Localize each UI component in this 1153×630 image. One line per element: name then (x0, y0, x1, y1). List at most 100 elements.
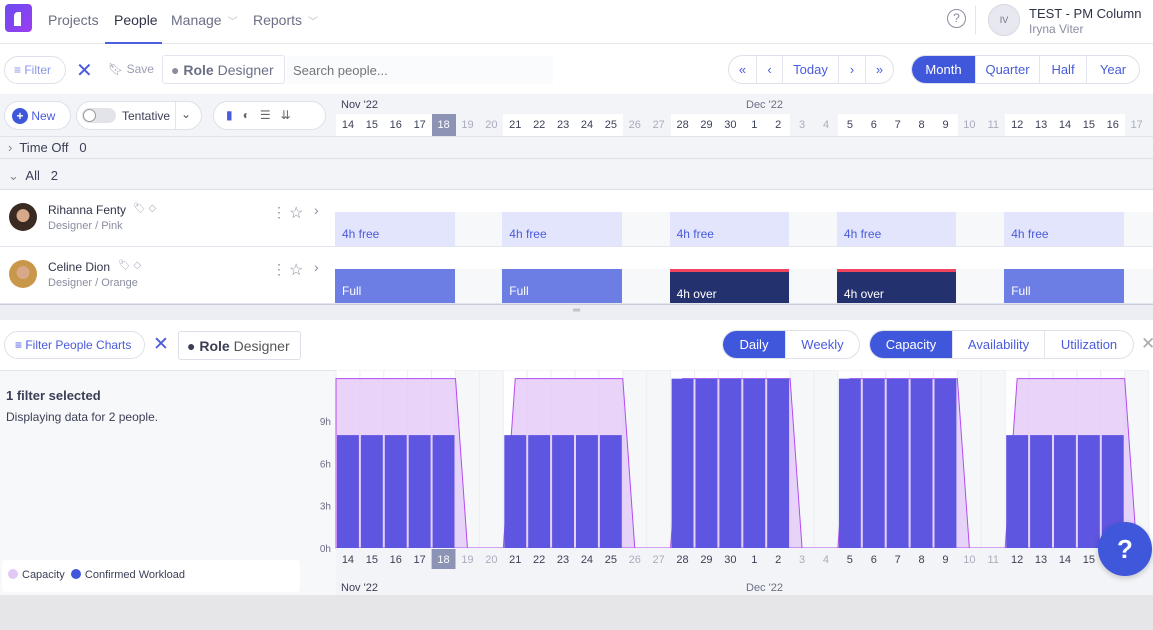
day-header[interactable]: 22 (527, 114, 552, 136)
day-header[interactable]: 14 (336, 114, 360, 136)
day-header[interactable]: 18 (431, 114, 456, 136)
close-charts-icon[interactable]: ✕ (1141, 334, 1153, 354)
day-header[interactable]: 25 (598, 114, 623, 136)
day-header[interactable]: 23 (551, 114, 576, 136)
group-time-off[interactable]: › Time Off 0 (0, 137, 1153, 159)
day-header[interactable]: 16 (383, 114, 408, 136)
allocation-bar[interactable]: 4h free (502, 212, 622, 246)
person-avatar[interactable] (9, 203, 37, 231)
day-header[interactable]: 3 (790, 114, 814, 136)
allocation-bar[interactable]: Full (1004, 269, 1124, 303)
day-header[interactable]: 30 (718, 114, 743, 136)
role-filter-chip[interactable]: ● Role Designer (162, 55, 285, 84)
day-header[interactable]: 20 (479, 114, 503, 136)
sort-icon[interactable]: ⇊ (281, 108, 301, 122)
nav-people[interactable]: People (114, 12, 158, 28)
chevron-down-icon[interactable]: ⌄ (181, 107, 191, 121)
bar-chart-icon[interactable]: ▮ (226, 108, 243, 122)
day-header[interactable]: 17 (1125, 114, 1149, 136)
jump-back-button[interactable]: « (729, 56, 757, 83)
day-header[interactable]: 10 (957, 114, 981, 136)
view-quarter[interactable]: Quarter (976, 56, 1040, 83)
avatar[interactable]: IV (988, 4, 1020, 36)
next-button[interactable]: › (839, 56, 866, 83)
day-header[interactable]: 14 (1053, 114, 1077, 136)
day-header[interactable]: 7 (885, 114, 910, 136)
person-avatar[interactable] (9, 260, 37, 288)
panel-resize-handle[interactable]: ═ (0, 304, 1153, 320)
nav-projects[interactable]: Projects (48, 12, 99, 28)
chart-role-chip[interactable]: ● Role Designer (178, 331, 301, 360)
mode-utilization[interactable]: Utilization (1045, 331, 1133, 358)
day-header[interactable]: 12 (1005, 114, 1030, 136)
allocation-bar[interactable]: 4h free (1004, 212, 1124, 246)
filter-button[interactable]: ≡ Filter (4, 56, 66, 84)
person-name[interactable]: Rihanna Fenty (48, 203, 126, 217)
day-header[interactable]: 15 (359, 114, 384, 136)
today-button[interactable]: Today (783, 56, 839, 83)
day-header[interactable]: 8 (909, 114, 934, 136)
help-chat-icon[interactable]: ? (1098, 522, 1152, 576)
legend-workload[interactable]: Confirmed Workload (70, 569, 185, 581)
chevron-right-icon[interactable]: › (314, 202, 319, 218)
allocation-bar[interactable]: 4h free (335, 212, 455, 246)
list-icon[interactable]: ☰ (260, 108, 281, 122)
help-icon[interactable]: ? (947, 9, 966, 28)
day-header[interactable]: 6 (861, 114, 886, 136)
day-header[interactable]: 1 (742, 114, 767, 136)
workspace-name[interactable]: TEST - PM Column (1029, 6, 1141, 21)
day-header[interactable]: 26 (623, 114, 647, 136)
group-all[interactable]: ⌄ All 2 (0, 159, 1153, 190)
save-button[interactable]: 🔖︎ Save (108, 62, 154, 76)
person-name[interactable]: Celine Dion (48, 260, 110, 274)
view-half[interactable]: Half (1040, 56, 1087, 83)
mode-capacity[interactable]: Capacity (870, 331, 953, 358)
new-button[interactable]: + New (4, 101, 71, 130)
period-weekly[interactable]: Weekly (786, 331, 859, 358)
allocation-bar[interactable]: 4h free (669, 212, 790, 246)
more-icon[interactable]: ⋮ (272, 204, 286, 221)
jump-forward-button[interactable]: » (866, 56, 893, 83)
view-year[interactable]: Year (1087, 56, 1139, 83)
filter-people-charts-button[interactable]: ≡ Filter People Charts (4, 331, 145, 359)
x-tick-label: 14 (1059, 554, 1071, 566)
nav-manage[interactable]: Manage ﹀ (171, 12, 238, 28)
day-header[interactable]: 21 (503, 114, 528, 136)
day-header[interactable]: 5 (837, 114, 862, 136)
day-header[interactable]: 4 (814, 114, 838, 136)
clear-chart-filter-icon[interactable]: ✕ (153, 333, 169, 356)
chevron-down-icon: ⌄ (8, 168, 19, 183)
day-header[interactable]: 16 (1100, 114, 1125, 136)
day-header[interactable]: 2 (766, 114, 791, 136)
day-header[interactable]: 28 (670, 114, 695, 136)
day-header[interactable]: 15 (1076, 114, 1101, 136)
period-daily[interactable]: Daily (723, 331, 786, 358)
search-input[interactable] (287, 56, 553, 84)
star-icon[interactable]: ☆ (289, 203, 303, 223)
more-icon[interactable]: ⋮ (272, 261, 286, 278)
day-header[interactable]: 19 (456, 114, 480, 136)
allocation-bar[interactable]: 4h over (836, 269, 957, 303)
nav-reports[interactable]: Reports ﹀ (253, 12, 318, 28)
day-header[interactable]: 29 (694, 114, 719, 136)
app-logo[interactable] (5, 4, 32, 32)
allocation-bar[interactable]: Full (502, 269, 622, 303)
mode-availability[interactable]: Availability (953, 331, 1045, 358)
day-header[interactable]: 9 (933, 114, 958, 136)
day-header[interactable]: 17 (407, 114, 432, 136)
clear-filter-icon[interactable]: ✕ (76, 58, 93, 83)
chevron-right-icon[interactable]: › (314, 259, 319, 275)
star-icon[interactable]: ☆ (289, 260, 303, 280)
tentative-toggle[interactable] (82, 108, 116, 123)
allocation-bar[interactable]: 4h free (836, 212, 957, 246)
toggle-icon[interactable]: ◐ (243, 108, 260, 122)
day-header[interactable]: 13 (1029, 114, 1054, 136)
day-header[interactable]: 27 (647, 114, 671, 136)
day-header[interactable]: 11 (981, 114, 1005, 136)
day-header[interactable]: 24 (575, 114, 599, 136)
view-month[interactable]: Month (912, 56, 976, 83)
prev-button[interactable]: ‹ (757, 56, 783, 83)
allocation-bar[interactable]: 4h over (669, 269, 790, 303)
legend-capacity[interactable]: Capacity (8, 569, 65, 581)
allocation-bar[interactable]: Full (335, 269, 455, 303)
